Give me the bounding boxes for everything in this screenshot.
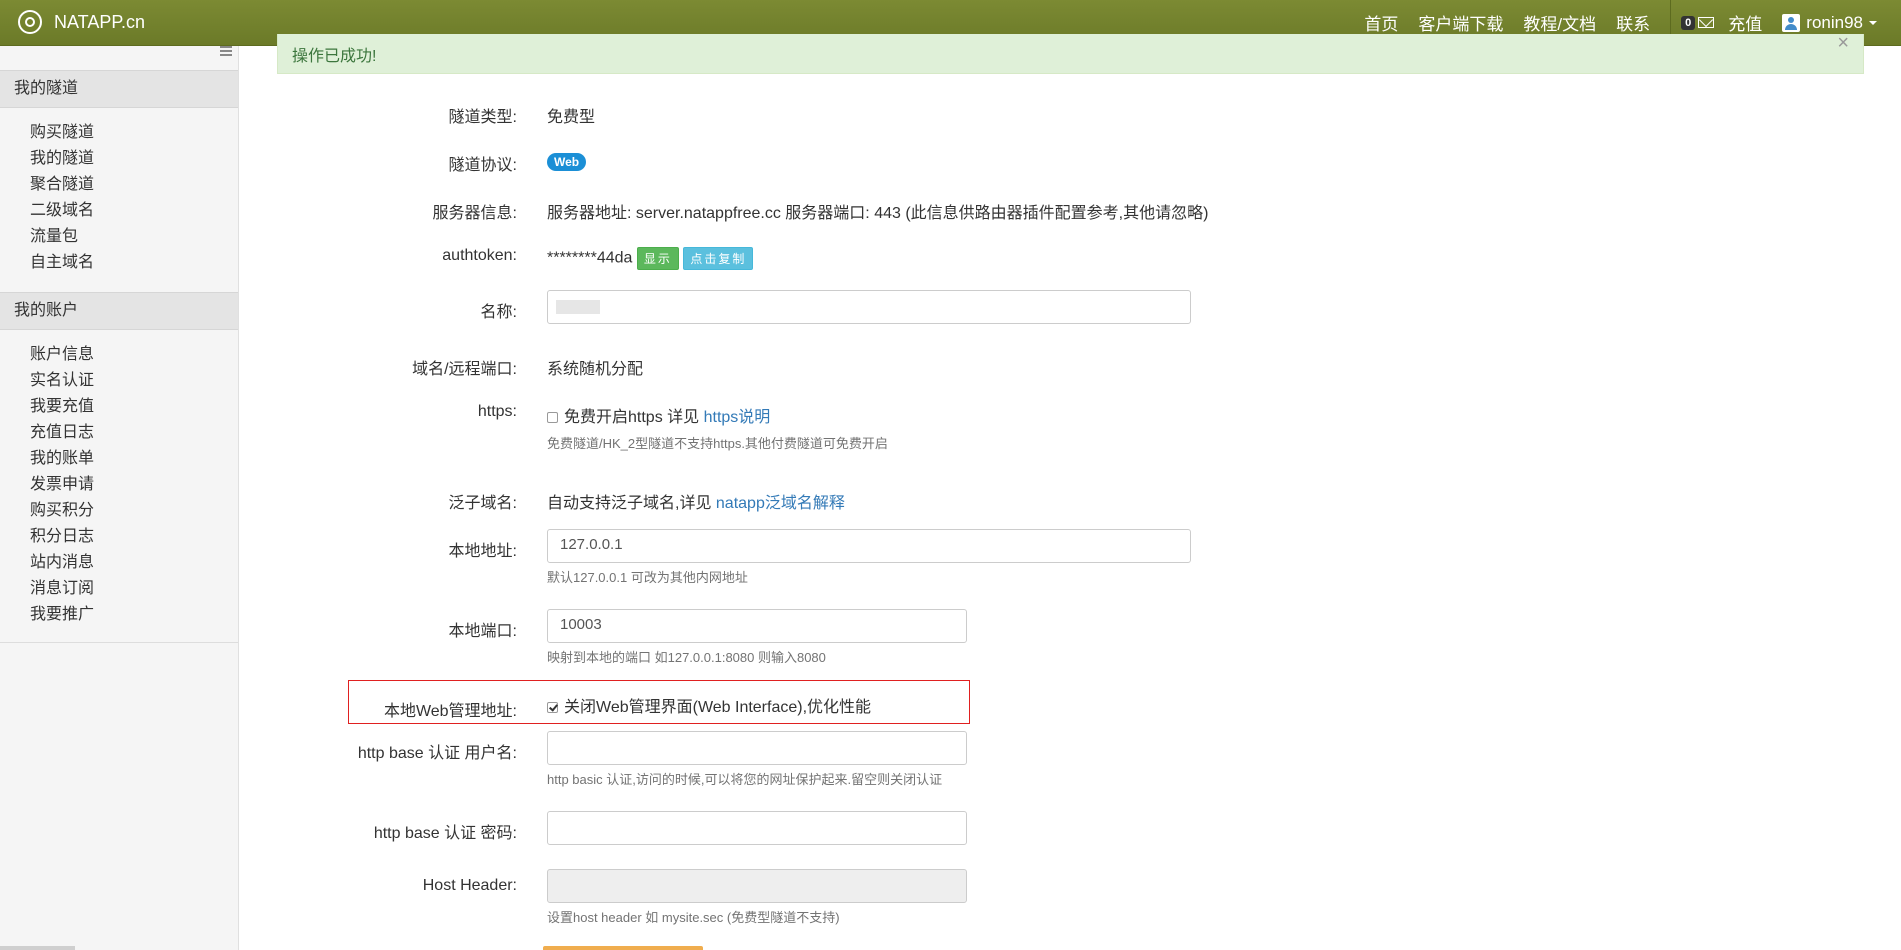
sidebar-toggle-icon[interactable] (220, 46, 232, 56)
https-checkbox[interactable] (547, 412, 558, 424)
host-header-input[interactable] (547, 869, 967, 903)
nav-download[interactable]: 客户端下载 (1418, 10, 1503, 35)
server-value: 服务器地址: server.natappfree.cc 服务器端口: 443 (… (547, 205, 1209, 222)
basic-pass-label: http base 认证 密码: (373, 825, 517, 842)
sidebar-item-recharge-log[interactable]: 充值日志 (30, 420, 238, 446)
nav-recharge[interactable]: 充值 (1728, 10, 1762, 35)
sidebar-item-buy-tunnel[interactable]: 购买隧道 (30, 120, 238, 146)
alert-message: 操作已成功! (292, 48, 377, 65)
basic-user-label: http base 认证 用户名: (357, 745, 517, 762)
show-token-button[interactable]: 显示 (636, 247, 679, 270)
protocol-label: 隧道协议: (448, 157, 517, 174)
wildcard-label: 泛子域名: (448, 495, 517, 512)
wildcard-doc-link[interactable]: natapp泛域名解释 (716, 495, 845, 512)
host-header-help: 设置host header 如 mysite.sec (免费型隧道不支持) (547, 910, 840, 925)
local-addr-input[interactable]: 127.0.0.1 (547, 529, 1191, 563)
sidebar-item-subscriptions[interactable]: 消息订阅 (30, 576, 238, 602)
nav-home[interactable]: 首页 (1364, 10, 1398, 35)
tunnel-type-label: 隧道类型: (448, 109, 517, 126)
sidebar-item-verification[interactable]: 实名认证 (30, 368, 238, 394)
sidebar-item-recharge[interactable]: 我要充值 (30, 394, 238, 420)
user-icon (1782, 13, 1801, 32)
sidebar-item-bills[interactable]: 我的账单 (30, 446, 238, 472)
local-addr-label: 本地地址: (448, 543, 517, 560)
tunnel-type-value: 免费型 (547, 109, 596, 126)
nav-docs[interactable]: 教程/文档 (1523, 10, 1596, 35)
sidebar-section-title: 我的账户 (0, 292, 238, 330)
sidebar-item-aggregate-tunnels[interactable]: 聚合隧道 (30, 172, 238, 198)
horizontal-scrollbar[interactable] (0, 946, 75, 950)
mail-icon (1698, 17, 1715, 28)
web-admin-label: 本地Web管理地址: (383, 703, 517, 720)
natapp-logo-icon (18, 10, 42, 34)
sidebar-item-account-info[interactable]: 账户信息 (30, 342, 238, 368)
basic-user-help: http basic 认证,访问的时候,可以将您的网址保护起来.留空则关闭认证 (547, 772, 943, 787)
name-label: 名称: (480, 304, 517, 321)
sidebar-item-referral[interactable]: 我要推广 (30, 602, 238, 628)
web-admin-checkbox[interactable] (547, 702, 558, 714)
brand-name: NATAPP.cn (54, 11, 146, 32)
local-port-label: 本地端口: (448, 623, 517, 640)
sidebar-divider (0, 642, 238, 643)
messages-button[interactable]: 0 (1681, 15, 1715, 30)
server-label: 服务器信息: (432, 205, 517, 222)
username: ronin98 (1806, 12, 1863, 32)
local-addr-help: 默认127.0.0.1 可改为其他内网地址 (547, 570, 748, 585)
close-icon[interactable]: × (1837, 32, 1849, 55)
https-label: https: (477, 403, 517, 420)
redacted-text (556, 300, 600, 314)
success-alert: 操作已成功! × (277, 32, 1864, 74)
web-admin-checkbox-text: 关闭Web管理界面(Web Interface),优化性能 (564, 699, 872, 716)
authtoken-value: ********44da (547, 249, 633, 267)
sidebar-section-account: 我的账户 账户信息 实名认证 我要充值 充值日志 我的账单 发票申请 购买积分 … (0, 292, 238, 640)
sidebar-item-buy-points[interactable]: 购买积分 (30, 498, 238, 524)
local-port-help: 映射到本地的端口 如127.0.0.1:8080 则输入8080 (547, 650, 826, 665)
sidebar: 我的隧道 购买隧道 我的隧道 聚合隧道 二级域名 流量包 自主域名 我的账户 账… (0, 46, 239, 950)
nav-contact[interactable]: 联系 (1616, 10, 1650, 35)
https-doc-link[interactable]: https说明 (704, 409, 771, 426)
sidebar-item-subdomain[interactable]: 二级域名 (30, 198, 238, 224)
sidebar-section-tunnels: 我的隧道 购买隧道 我的隧道 聚合隧道 二级域名 流量包 自主域名 (0, 70, 238, 288)
name-input[interactable] (547, 290, 1191, 324)
https-help: 免费隧道/HK_2型隧道不支持https.其他付费隧道可免费开启 (547, 436, 888, 451)
https-checkbox-text: 免费开启https 详见 (564, 409, 700, 426)
brand[interactable]: NATAPP.cn (18, 8, 145, 36)
protocol-badge: Web (547, 153, 587, 171)
local-port-input[interactable]: 10003 (547, 609, 967, 643)
host-header-label: Host Header: (422, 877, 517, 894)
domain-value: 系统随机分配 (547, 361, 644, 378)
basic-user-input[interactable] (547, 731, 967, 765)
sidebar-item-custom-domain[interactable]: 自主域名 (30, 250, 238, 276)
sidebar-item-site-messages[interactable]: 站内消息 (30, 550, 238, 576)
message-count-badge: 0 (1681, 15, 1696, 30)
user-menu[interactable]: ronin98 (1782, 13, 1877, 33)
copy-token-button[interactable]: 点击复制 (683, 247, 754, 270)
submit-button[interactable] (543, 946, 703, 950)
sidebar-item-traffic-pack[interactable]: 流量包 (30, 224, 238, 250)
caret-down-icon (1869, 20, 1877, 25)
wildcard-value: 自动支持泛子域名,详见 (547, 495, 712, 512)
sidebar-section-title: 我的隧道 (0, 70, 238, 108)
sidebar-item-invoice[interactable]: 发票申请 (30, 472, 238, 498)
sidebar-item-my-tunnels[interactable]: 我的隧道 (30, 146, 238, 172)
authtoken-label: authtoken: (442, 247, 517, 264)
sidebar-item-points-log[interactable]: 积分日志 (30, 524, 238, 550)
basic-pass-input[interactable] (547, 811, 967, 845)
domain-label: 域名/远程端口: (412, 361, 517, 378)
